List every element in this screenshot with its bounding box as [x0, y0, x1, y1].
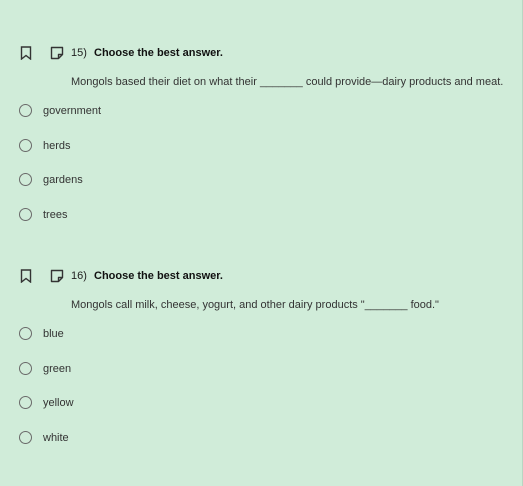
radio-button[interactable] [19, 431, 32, 444]
question-number: 15) [71, 47, 87, 59]
choice-label: green [43, 363, 72, 375]
choice-label: white [43, 432, 69, 444]
choice-label: government [43, 105, 102, 117]
answer-choice[interactable]: yellow [0, 394, 300, 414]
question-number: 16) [71, 270, 87, 282]
bookmark-icon[interactable] [20, 269, 32, 284]
radio-button[interactable] [19, 362, 32, 375]
radio-button[interactable] [19, 327, 32, 340]
note-icon[interactable] [50, 46, 64, 60]
bookmark-icon[interactable] [20, 46, 32, 61]
answer-choice[interactable]: blue [0, 325, 300, 345]
answer-choice[interactable]: trees [0, 206, 300, 226]
radio-button[interactable] [19, 139, 32, 152]
choice-label: trees [43, 209, 68, 221]
choice-label: herds [43, 140, 71, 152]
note-icon[interactable] [50, 269, 64, 283]
answer-choice[interactable]: white [0, 429, 300, 449]
radio-button[interactable] [19, 208, 32, 221]
answer-choice[interactable]: green [0, 360, 300, 380]
radio-button[interactable] [19, 104, 32, 117]
choice-label: yellow [43, 397, 74, 409]
question-title: Choose the best answer. [94, 270, 223, 282]
question-header: 16) Choose the best answer. [0, 267, 523, 287]
choice-label: gardens [43, 174, 83, 186]
radio-button[interactable] [19, 396, 32, 409]
answer-choice[interactable]: government [0, 102, 300, 122]
question-text: Mongols based their diet on what their _… [71, 76, 504, 88]
answer-choice[interactable]: herds [0, 137, 300, 157]
question-title: Choose the best answer. [94, 47, 223, 59]
choice-label: blue [43, 328, 64, 340]
question-header: 15) Choose the best answer. [0, 44, 523, 64]
answer-choice[interactable]: gardens [0, 171, 300, 191]
question-text: Mongols call milk, cheese, yogurt, and o… [71, 299, 439, 311]
radio-button[interactable] [19, 173, 32, 186]
